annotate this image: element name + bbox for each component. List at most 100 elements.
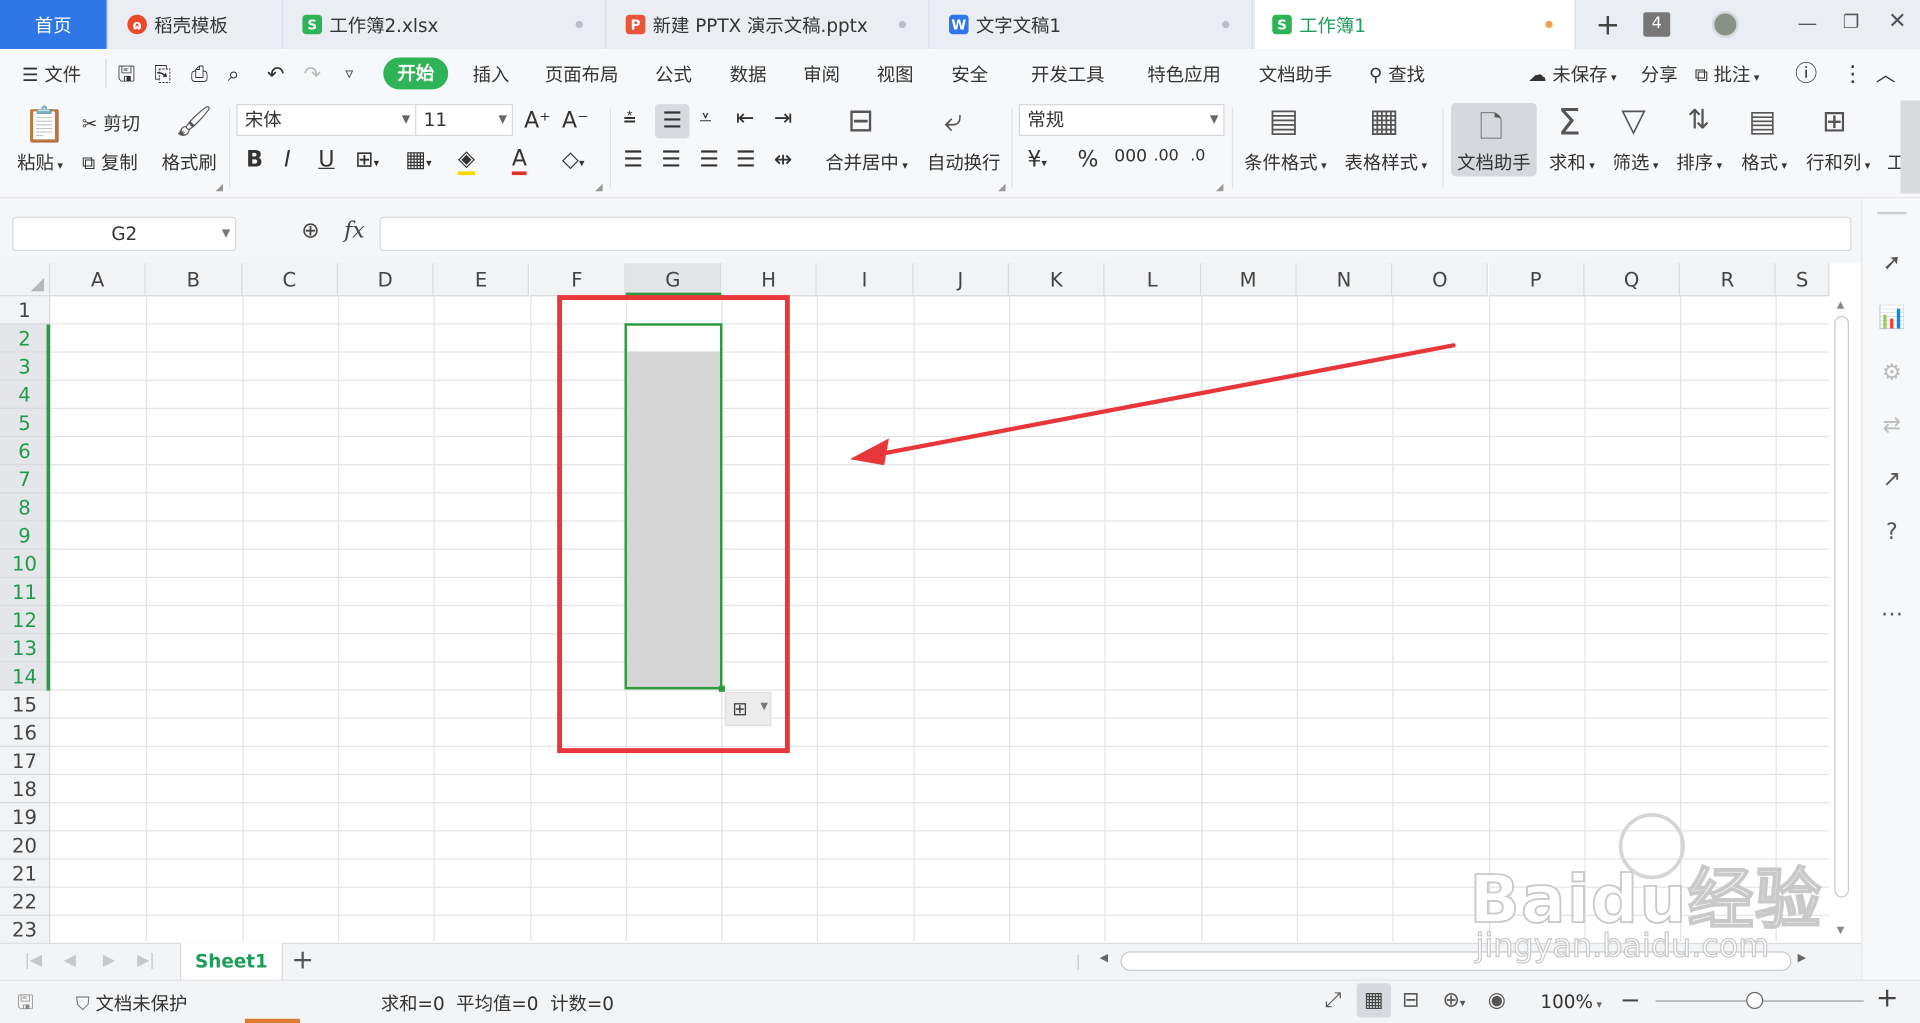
row-header[interactable]: 10: [0, 549, 51, 578]
merge-center-icon[interactable]: ⊟: [847, 105, 874, 137]
vertical-scrollbar[interactable]: ▲ ▼: [1829, 296, 1854, 942]
zoom-out-button[interactable]: −: [1620, 984, 1641, 1013]
select-all-corner[interactable]: [0, 263, 51, 297]
format-icon[interactable]: ▤: [1749, 107, 1777, 136]
row-header[interactable]: 21: [0, 859, 51, 888]
row-header[interactable]: 5: [0, 408, 51, 438]
column-header[interactable]: I: [817, 263, 914, 297]
page-break-view-icon[interactable]: ⊟: [1402, 988, 1419, 1012]
align-right-icon[interactable]: ☰: [699, 147, 719, 173]
row-header[interactable]: 23: [0, 915, 51, 945]
export-icon[interactable]: ⎘: [154, 61, 171, 88]
column-header[interactable]: A: [50, 263, 147, 297]
font-size-select[interactable]: 11 ▼: [415, 104, 514, 136]
collapse-ribbon-icon[interactable]: ︿: [1876, 61, 1896, 88]
settings-sliders-icon[interactable]: ⚙: [1877, 359, 1906, 388]
column-header[interactable]: K: [1008, 263, 1105, 297]
row-header[interactable]: 22: [0, 887, 51, 916]
row-header[interactable]: 17: [0, 746, 51, 776]
row-header[interactable]: 19: [0, 803, 51, 832]
fill-color-icon[interactable]: ◈: [457, 146, 475, 176]
column-header[interactable]: G: [625, 263, 722, 297]
column-header[interactable]: L: [1104, 263, 1201, 297]
cursor-icon[interactable]: ➚: [1877, 249, 1906, 278]
prev-sheet-icon[interactable]: ◀: [64, 951, 76, 969]
underline-button[interactable]: U: [318, 147, 334, 173]
row-header[interactable]: 8: [0, 493, 51, 522]
row-header[interactable]: 12: [0, 606, 51, 635]
dialog-launcher-icon[interactable]: ◢: [595, 181, 603, 192]
italic-button[interactable]: I: [284, 147, 291, 173]
column-header[interactable]: F: [529, 263, 626, 297]
last-sheet-icon[interactable]: ▶|: [137, 951, 155, 969]
wrap-text-icon[interactable]: ⤶: [944, 105, 962, 137]
save-icon[interactable]: 🖫: [118, 61, 136, 88]
decrease-font-icon[interactable]: A⁻: [562, 108, 589, 134]
tab-pptx[interactable]: P 新建 PPTX 演示文稿.pptx: [609, 0, 930, 49]
splitter[interactable]: [1077, 955, 1079, 970]
font-color-icon[interactable]: A: [511, 146, 527, 176]
macro-icon[interactable]: 🖫: [17, 989, 34, 1022]
column-header[interactable]: M: [1200, 263, 1297, 297]
row-header[interactable]: 15: [0, 690, 51, 719]
scroll-left-icon[interactable]: ◀: [1100, 953, 1108, 965]
first-sheet-icon[interactable]: |◀: [24, 951, 42, 969]
undo-icon[interactable]: ↶: [267, 61, 284, 88]
selection-stats[interactable]: 求和=0 平均值=0 计数=0: [381, 991, 614, 1017]
formula-input[interactable]: [379, 216, 1852, 252]
row-header[interactable]: 16: [0, 718, 51, 747]
column-header[interactable]: S: [1776, 263, 1830, 297]
borders-icon[interactable]: ⊞▾: [355, 147, 379, 173]
fx-icon[interactable]: fx: [344, 218, 365, 244]
row-header[interactable]: 20: [0, 831, 51, 860]
sort-icon[interactable]: ⇅: [1687, 107, 1710, 135]
print-icon[interactable]: ⎙: [191, 61, 208, 88]
align-center-icon[interactable]: ☰: [661, 147, 681, 173]
currency-icon[interactable]: ¥▾: [1027, 147, 1047, 173]
transfer-icon[interactable]: ⇄: [1877, 411, 1906, 440]
align-middle-icon[interactable]: ☰: [655, 104, 690, 139]
menu-view[interactable]: 视图: [877, 61, 914, 88]
column-header[interactable]: J: [913, 263, 1009, 297]
new-tab-button[interactable]: +: [1596, 7, 1621, 41]
table-style-icon[interactable]: ▦: [1369, 105, 1399, 137]
column-header[interactable]: D: [337, 263, 434, 297]
minimize-icon[interactable]: —: [1798, 11, 1818, 34]
distribute-icon[interactable]: ⇹: [774, 147, 792, 173]
column-header[interactable]: R: [1680, 263, 1777, 297]
scroll-down-icon[interactable]: ▼: [1837, 924, 1845, 935]
menu-developer[interactable]: 开发工具: [1031, 61, 1104, 88]
increase-decimal-icon[interactable]: .00: [1153, 147, 1178, 165]
cell-style-icon[interactable]: ▦▾: [405, 147, 431, 173]
tab-document1[interactable]: W 文字文稿1: [932, 0, 1253, 49]
thousands-separator-icon[interactable]: 000: [1114, 147, 1147, 167]
close-icon[interactable]: ✕: [1888, 9, 1906, 35]
more-horizontal-icon[interactable]: ⋯: [1877, 600, 1906, 629]
ribbon-scroll[interactable]: [1900, 100, 1920, 194]
unsaved-status[interactable]: ☁ 未保存 ▾: [1528, 61, 1616, 88]
number-format-select[interactable]: 常规 ▼: [1018, 104, 1225, 136]
column-header[interactable]: B: [146, 263, 242, 297]
sum-button[interactable]: 求和 ▾: [1549, 149, 1595, 175]
share-out-icon[interactable]: ↗: [1877, 465, 1906, 494]
column-header[interactable]: E: [433, 263, 530, 297]
sort-button[interactable]: 排序 ▾: [1676, 149, 1722, 175]
doc-helper-button[interactable]: 🗋 文档助手: [1451, 102, 1537, 177]
zoom-level[interactable]: 100% ▾: [1540, 991, 1602, 1013]
conditional-format-button[interactable]: 条件格式 ▾: [1244, 149, 1327, 175]
comment-button[interactable]: ⧉ 批注 ▾: [1695, 61, 1760, 88]
row-header[interactable]: 14: [0, 662, 51, 691]
restore-icon[interactable]: ❐: [1843, 11, 1859, 33]
tab-workbook2[interactable]: S 工作簿2.xlsx: [285, 0, 607, 49]
column-header[interactable]: O: [1392, 263, 1489, 297]
dialog-launcher-icon[interactable]: ◢: [998, 181, 1006, 192]
menu-insert[interactable]: 插入: [473, 61, 510, 88]
protection-status[interactable]: ⛉ 文档未保护: [76, 991, 187, 1017]
tab-count-badge[interactable]: 4: [1643, 12, 1671, 37]
paste-button[interactable]: 粘贴 ▾: [17, 149, 63, 175]
menu-special[interactable]: 特色应用: [1147, 61, 1220, 88]
next-sheet-icon[interactable]: ▶: [103, 951, 115, 969]
share-button[interactable]: 分享: [1641, 61, 1678, 88]
percent-icon[interactable]: %: [1078, 147, 1099, 173]
filter-button[interactable]: 筛选 ▾: [1613, 149, 1659, 175]
